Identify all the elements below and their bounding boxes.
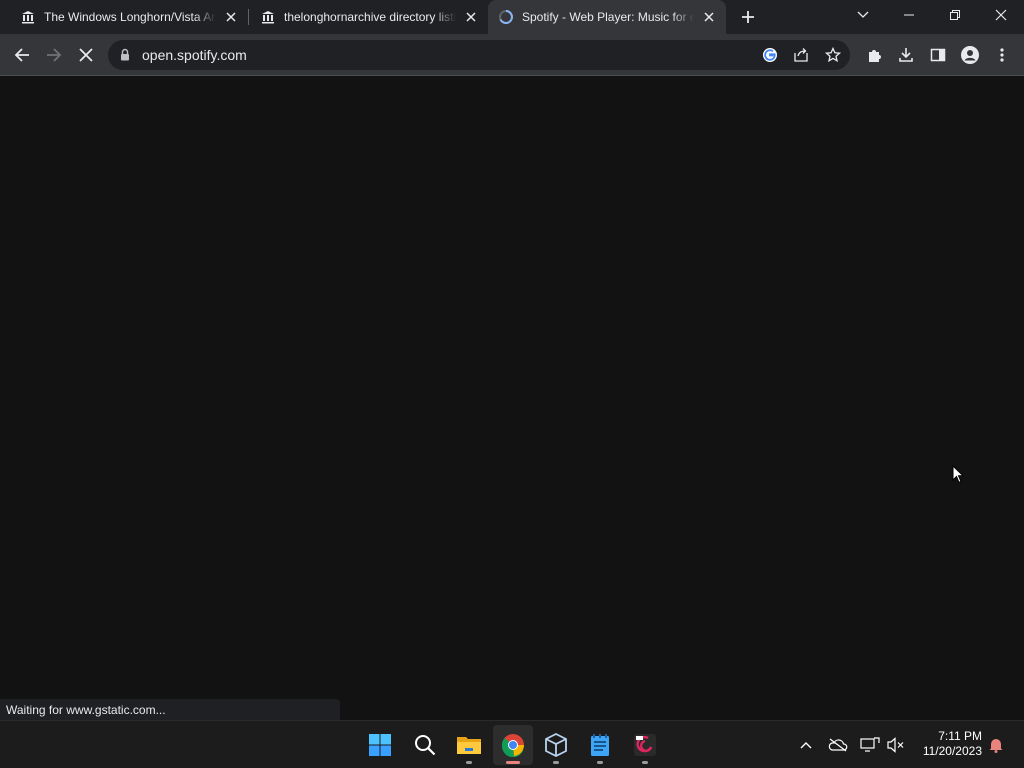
close-icon[interactable] bbox=[222, 8, 240, 26]
more-vertical-icon bbox=[1000, 48, 1004, 62]
browser-titlebar: The Windows Longhorn/Vista Archive thelo… bbox=[0, 0, 1024, 34]
running-indicator bbox=[553, 761, 559, 764]
mouse-cursor-icon bbox=[952, 464, 965, 489]
show-hidden-icons-button[interactable] bbox=[794, 733, 818, 757]
volume-muted-icon[interactable] bbox=[884, 733, 908, 757]
notepad-icon bbox=[591, 734, 609, 756]
taskbar: 7:11 PM 11/20/2023 bbox=[0, 720, 1024, 768]
archive-icon bbox=[20, 9, 36, 25]
side-panel-icon bbox=[930, 48, 946, 62]
share-icon[interactable] bbox=[790, 44, 812, 66]
close-icon bbox=[79, 48, 93, 62]
url-text: open.spotify.com bbox=[142, 47, 247, 63]
tab-title: thelonghornarchive directory listing bbox=[284, 10, 456, 24]
arrow-left-icon bbox=[14, 48, 29, 62]
tab-title: Spotify - Web Player: Music for everyone bbox=[522, 10, 694, 24]
status-bubble: Waiting for www.gstatic.com... bbox=[0, 699, 340, 720]
archive-icon bbox=[260, 9, 276, 25]
clock-date: 11/20/2023 bbox=[922, 744, 982, 758]
windows-start-icon bbox=[369, 734, 391, 756]
chevron-down-icon bbox=[857, 11, 869, 18]
chevron-up-icon bbox=[800, 742, 812, 749]
download-icon bbox=[899, 48, 913, 62]
network-icon[interactable] bbox=[858, 733, 882, 757]
virtualbox-button[interactable] bbox=[536, 725, 576, 765]
search-icon bbox=[415, 735, 436, 756]
side-panel-button[interactable] bbox=[922, 39, 954, 71]
puzzle-icon bbox=[869, 50, 881, 62]
tab-spotify[interactable]: Spotify - Web Player: Music for everyone bbox=[488, 0, 726, 34]
debian-app-button[interactable] bbox=[625, 725, 665, 765]
loading-spinner-icon bbox=[498, 9, 514, 25]
tab-longhorn-directory[interactable]: thelonghornarchive directory listing bbox=[240, 0, 488, 34]
system-clock[interactable]: 7:11 PM 11/20/2023 bbox=[912, 729, 982, 759]
running-indicator bbox=[466, 761, 472, 764]
restore-icon bbox=[950, 10, 960, 20]
folder-icon bbox=[457, 737, 481, 754]
forward-button[interactable] bbox=[38, 39, 70, 71]
minimize-button[interactable] bbox=[886, 0, 932, 30]
onedrive-icon[interactable] bbox=[826, 733, 850, 757]
close-icon[interactable] bbox=[700, 8, 718, 26]
running-indicator bbox=[506, 761, 520, 764]
close-icon bbox=[995, 9, 1007, 21]
new-tab-button[interactable] bbox=[734, 4, 762, 30]
debian-swirl-icon bbox=[634, 734, 656, 756]
back-button[interactable] bbox=[6, 39, 38, 71]
close-icon[interactable] bbox=[462, 8, 480, 26]
close-window-button[interactable] bbox=[978, 0, 1024, 30]
minimize-icon bbox=[904, 14, 914, 16]
restore-button[interactable] bbox=[932, 0, 978, 30]
star-icon[interactable] bbox=[822, 44, 844, 66]
downloads-button[interactable] bbox=[890, 39, 922, 71]
address-bar[interactable]: open.spotify.com bbox=[108, 40, 850, 70]
tab-longhorn-archive[interactable]: The Windows Longhorn/Vista Archive bbox=[0, 0, 248, 34]
chrome-button[interactable] bbox=[493, 725, 533, 765]
menu-button[interactable] bbox=[986, 39, 1018, 71]
stop-loading-button[interactable] bbox=[70, 39, 102, 71]
browser-toolbar: open.spotify.com bbox=[0, 34, 1024, 76]
extensions-button[interactable] bbox=[858, 39, 890, 71]
plus-icon bbox=[742, 11, 754, 23]
clock-time: 7:11 PM bbox=[938, 729, 982, 743]
page-content bbox=[0, 77, 1024, 720]
virtualbox-icon bbox=[545, 733, 567, 757]
avatar-icon bbox=[961, 46, 979, 64]
notification-bell-icon[interactable] bbox=[984, 733, 1008, 757]
running-indicator bbox=[642, 761, 648, 764]
google-lens-icon[interactable] bbox=[759, 44, 781, 66]
notepad-button[interactable] bbox=[580, 725, 620, 765]
start-button[interactable] bbox=[360, 725, 400, 765]
search-button[interactable] bbox=[405, 725, 445, 765]
tab-title: The Windows Longhorn/Vista Archive bbox=[44, 10, 216, 24]
chrome-icon bbox=[501, 734, 525, 757]
arrow-right-icon bbox=[47, 48, 62, 62]
lock-icon[interactable] bbox=[120, 48, 130, 66]
running-indicator bbox=[597, 761, 603, 764]
profile-button[interactable] bbox=[954, 39, 986, 71]
file-explorer-button[interactable] bbox=[449, 725, 489, 765]
tab-search-button[interactable] bbox=[840, 0, 886, 30]
